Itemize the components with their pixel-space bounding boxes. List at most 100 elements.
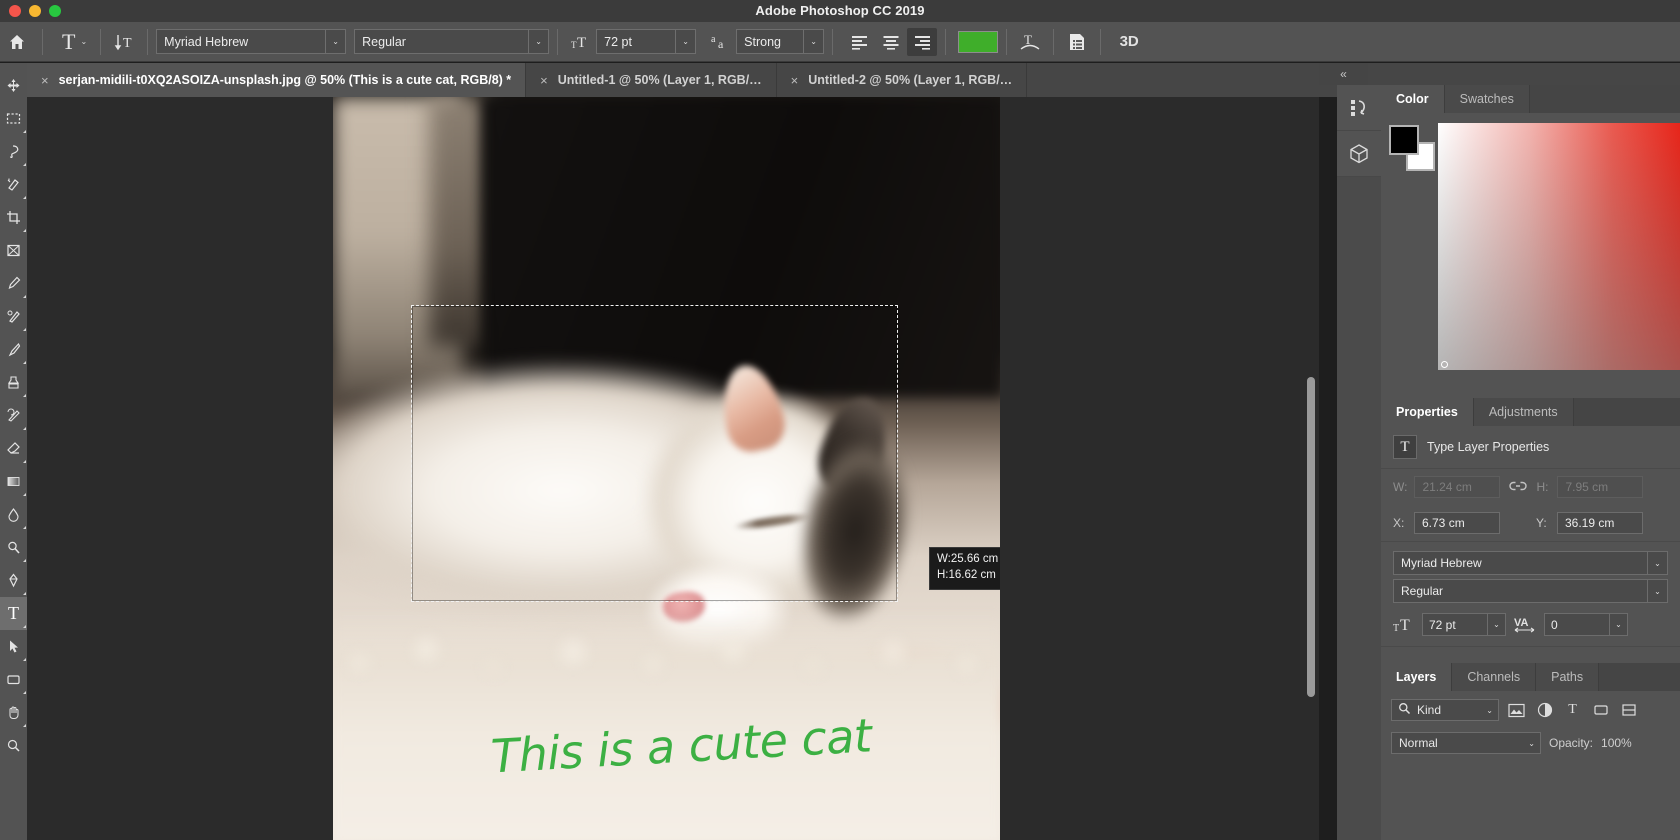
properties-font-family-value: Myriad Hebrew [1401,556,1482,570]
close-tab-icon[interactable]: × [791,73,799,88]
tab-swatches[interactable]: Swatches [1445,85,1530,113]
blend-mode-row: Normal ⌄ Opacity: 100% [1381,729,1680,757]
foreground-color-swatch[interactable] [1389,125,1419,155]
history-panel-icon[interactable] [1337,85,1381,131]
blend-mode-select[interactable]: Normal ⌄ [1391,732,1541,754]
width-field[interactable]: 21.24 cm [1414,476,1500,498]
font-style-select[interactable]: Regular ⌄ [354,29,549,54]
close-tab-icon[interactable]: × [540,73,548,88]
canvas-vertical-scrollbar[interactable] [1307,377,1315,697]
type-tool[interactable]: T [0,597,27,630]
document-tab-2[interactable]: × Untitled-1 @ 50% (Layer 1, RGB/… [526,63,777,97]
path-selection-tool[interactable] [0,630,27,663]
chevron-down-icon: ⌄ [675,30,695,53]
properties-font-size-select[interactable]: 72 pt ⌄ [1422,613,1506,636]
color-ramp[interactable] [1438,123,1680,370]
position-row: X: 6.73 cm Y: 36.19 cm [1381,505,1680,542]
document-tab-1[interactable]: × serjan-midili-t0XQ2ASOIZA-unsplash.jpg… [27,63,526,97]
divider [1100,29,1101,55]
tab-layers[interactable]: Layers [1381,663,1452,691]
tab-paths[interactable]: Paths [1536,663,1599,691]
align-center-icon[interactable] [876,28,906,56]
color-panel-tabs: Color Swatches [1381,85,1680,113]
active-tool-preset[interactable]: T ⌄ [57,28,92,56]
maximize-window-button[interactable] [49,5,61,17]
crop-tool[interactable] [0,201,27,234]
filter-pixel-layers-icon[interactable] [1506,700,1527,720]
chevron-down-icon: ⌄ [80,37,87,46]
font-style-value: Regular [362,35,406,49]
dodge-tool[interactable] [0,531,27,564]
x-field[interactable]: 6.73 cm [1414,512,1500,534]
quick-selection-tool[interactable] [0,168,27,201]
text-color-swatch[interactable] [958,31,998,53]
zoom-tool[interactable] [0,729,27,762]
move-tool[interactable] [0,69,27,102]
y-field[interactable]: 36.19 cm [1557,512,1643,534]
3d-mode-button[interactable]: 3D [1109,28,1149,56]
clone-stamp-tool[interactable] [0,366,27,399]
layer-filter-kind-select[interactable]: Kind ⌄ [1391,699,1499,721]
hand-tool[interactable] [0,696,27,729]
home-icon[interactable] [0,22,34,62]
document-tab-label: Untitled-1 @ 50% (Layer 1, RGB/… [558,73,762,87]
brush-tool[interactable] [0,333,27,366]
tooltip-height-label: H: [937,569,949,581]
properties-font-family-select[interactable]: Myriad Hebrew ⌄ [1393,551,1668,575]
text-layer-bounding-box[interactable] [411,305,898,602]
svg-text:T: T [577,35,586,51]
foreground-background-colors[interactable] [1389,125,1435,171]
properties-title: Type Layer Properties [1427,440,1549,454]
font-family-select[interactable]: Myriad Hebrew ⌄ [156,29,346,54]
marquee-tool[interactable] [0,102,27,135]
opacity-value[interactable]: 100% [1601,736,1632,750]
character-paragraph-panels-icon[interactable] [1062,28,1092,56]
svg-text:T: T [1393,623,1399,634]
close-window-button[interactable] [9,5,21,17]
collapse-panels-button[interactable]: « [1319,63,1368,85]
3d-panel-icon[interactable] [1337,131,1381,177]
filter-smart-objects-icon[interactable] [1618,700,1639,720]
tab-color[interactable]: Color [1381,85,1445,113]
lasso-tool[interactable] [0,135,27,168]
document-tab-3[interactable]: × Untitled-2 @ 50% (Layer 1, RGB/… [777,63,1028,97]
align-left-icon[interactable] [845,28,875,56]
font-size-icon: T T [566,28,596,56]
eraser-tool[interactable] [0,432,27,465]
spot-healing-brush-tool[interactable] [0,300,27,333]
tab-filler [1599,663,1680,691]
blur-tool[interactable] [0,498,27,531]
font-size-select[interactable]: 72 pt ⌄ [596,29,696,54]
window-controls[interactable] [0,5,61,17]
tab-adjustments[interactable]: Adjustments [1474,398,1574,426]
properties-tracking-select[interactable]: 0 ⌄ [1544,613,1628,636]
panel-icon-rail [1337,85,1381,840]
height-field[interactable]: 7.95 cm [1557,476,1643,498]
toggle-text-orientation-icon[interactable]: T [109,28,139,56]
align-right-icon[interactable] [907,28,937,56]
color-panel [1381,113,1680,398]
warp-text-icon[interactable]: T [1015,28,1045,56]
tab-channels[interactable]: Channels [1452,663,1536,691]
pen-tool[interactable] [0,564,27,597]
filter-type-layers-icon[interactable]: T [1562,700,1583,720]
canvas-work-area[interactable]: This is a cute cat W:25.66 cm H:16.62 cm [27,97,1319,840]
tab-properties[interactable]: Properties [1381,398,1474,426]
anti-aliasing-select[interactable]: Strong ⌄ [736,29,824,54]
eyedropper-tool[interactable] [0,267,27,300]
anti-aliasing-icon: a a [706,28,736,56]
history-brush-tool[interactable] [0,399,27,432]
close-tab-icon[interactable]: × [41,73,49,88]
minimize-window-button[interactable] [29,5,41,17]
properties-font-style-select[interactable]: Regular ⌄ [1393,579,1668,603]
chevron-down-icon: ⌄ [325,30,345,53]
document-canvas[interactable]: This is a cute cat W:25.66 cm H:16.62 cm [333,97,1000,840]
frame-tool[interactable] [0,234,27,267]
divider [100,29,101,55]
shape-tool[interactable] [0,663,27,696]
filter-shape-layers-icon[interactable] [1590,700,1611,720]
gradient-tool[interactable] [0,465,27,498]
link-dimensions-icon[interactable] [1507,480,1529,495]
filter-adjustment-layers-icon[interactable] [1534,700,1555,720]
color-ramp-cursor[interactable] [1441,361,1448,368]
